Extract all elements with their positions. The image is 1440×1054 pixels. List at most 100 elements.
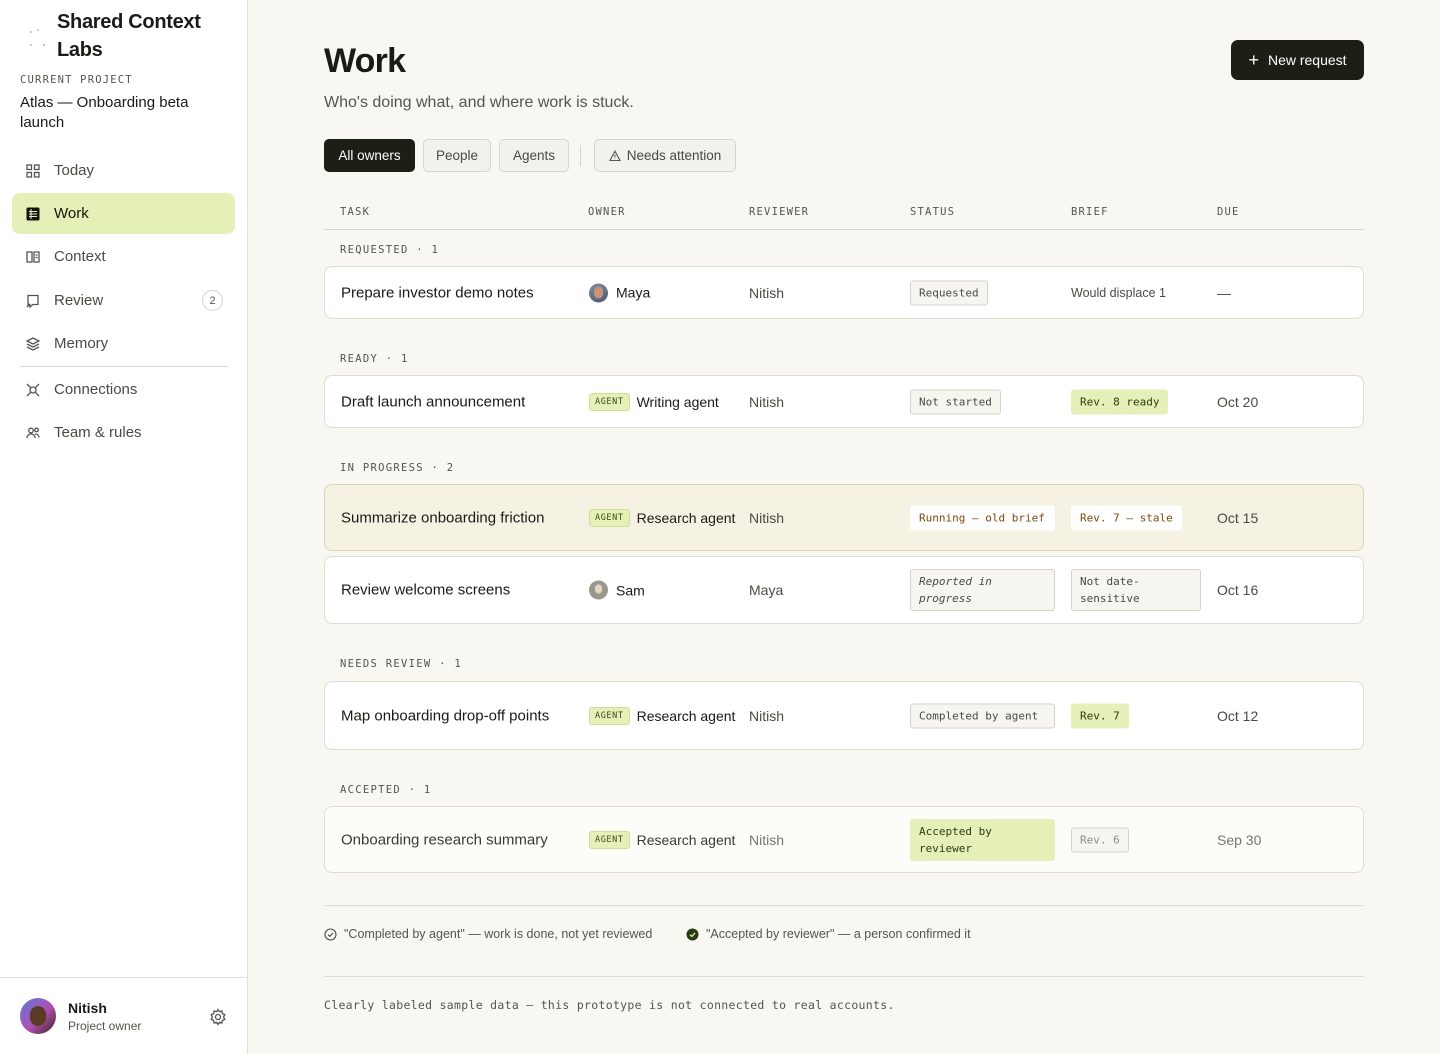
divider xyxy=(324,905,1364,906)
user-name: Nitish xyxy=(68,1000,107,1016)
column-header-brief[interactable]: BRIEF xyxy=(1071,206,1109,218)
owner: AGENT Research agent xyxy=(589,508,735,527)
gear-icon[interactable] xyxy=(209,1008,227,1026)
table-row[interactable]: Draft launch announcement AGENT Writing a… xyxy=(324,375,1364,428)
group-label-needs-review: NEEDS REVIEW · 1 xyxy=(340,658,462,670)
status-badge: Running — old brief xyxy=(910,505,1055,530)
due-date: — xyxy=(1217,284,1231,301)
status-text: Requested xyxy=(910,280,988,305)
brief-badge: Not date-sensitive xyxy=(1071,569,1201,611)
brief-text: Rev. 6 xyxy=(1071,827,1129,852)
filter-agents[interactable]: Agents xyxy=(499,139,569,172)
brief-badge: Rev. 8 ready xyxy=(1071,389,1169,414)
check-circle-filled-icon xyxy=(686,928,699,940)
task-title[interactable]: Map onboarding drop-off points xyxy=(341,707,549,724)
reviewer: Nitish xyxy=(749,707,785,724)
owner: AGENT Research agent xyxy=(589,830,736,849)
owner: AGENT Writing agent xyxy=(589,392,719,411)
filter-needs-attention[interactable]: Needs attention xyxy=(594,139,736,172)
status-text: Reported in progress xyxy=(910,569,1055,611)
task-title[interactable]: Draft launch announcement xyxy=(341,393,525,410)
brief-text: Rev. 8 ready xyxy=(1071,389,1169,414)
nav-item-memory[interactable]: Memory xyxy=(12,323,235,364)
filter-label: People xyxy=(435,148,479,163)
user-panel: Nitish Project owner xyxy=(0,977,247,1054)
reviewer: Nitish xyxy=(749,831,785,848)
grid-icon xyxy=(25,163,41,179)
column-header-status[interactable]: STATUS xyxy=(910,206,955,218)
table-icon xyxy=(25,206,41,222)
table-row[interactable]: Map onboarding drop-off points AGENT Rese… xyxy=(324,681,1364,750)
new-request-button[interactable]: + New request xyxy=(1231,40,1364,80)
nav-item-work[interactable]: Work xyxy=(12,193,235,234)
table-row[interactable]: Review welcome screens Sam Maya Reported… xyxy=(324,556,1364,624)
due-date: Sep 30 xyxy=(1217,831,1262,848)
warning-icon xyxy=(608,149,621,161)
status-badge: Not started xyxy=(910,389,1001,414)
nav-divider xyxy=(20,366,228,367)
page-title: Work xyxy=(324,42,406,80)
current-project-name[interactable]: Atlas — Onboarding beta launch xyxy=(20,93,225,133)
nav-item-context[interactable]: Context xyxy=(12,236,235,277)
agent-tag: AGENT xyxy=(589,830,630,849)
owner-name: Sam xyxy=(616,582,645,598)
status-badge: Requested xyxy=(910,280,988,305)
task-title[interactable]: Review welcome screens xyxy=(341,582,510,599)
table-row[interactable]: Prepare investor demo notes Maya Nitish … xyxy=(324,266,1364,319)
owner: AGENT Research agent xyxy=(589,706,736,725)
status-text: Completed by agent xyxy=(910,703,1055,728)
task-title[interactable]: Prepare investor demo notes xyxy=(341,284,534,301)
user-role: Project owner xyxy=(68,1019,142,1033)
nav-label: Work xyxy=(54,205,89,222)
column-header-owner[interactable]: OWNER xyxy=(588,206,626,218)
filter-divider xyxy=(580,145,581,166)
group-label-ready: READY · 1 xyxy=(340,353,409,365)
group-label-requested: REQUESTED · 1 xyxy=(340,244,440,256)
column-header-reviewer[interactable]: REVIEWER xyxy=(749,206,809,218)
table-row[interactable]: Summarize onboarding friction AGENT Resea… xyxy=(324,484,1364,551)
book-icon xyxy=(25,249,41,265)
table-row[interactable]: Onboarding research summary AGENT Researc… xyxy=(324,806,1364,873)
status-text: Accepted by reviewer xyxy=(910,818,1055,861)
brief-badge: Rev. 6 xyxy=(1071,827,1129,852)
status-badge: Completed by agent xyxy=(910,703,1055,728)
task-title[interactable]: Onboarding research summary xyxy=(341,831,548,848)
legend-item: "Completed by agent" — work is done, not… xyxy=(324,927,652,941)
nav-item-connections[interactable]: Connections xyxy=(12,369,235,410)
avatar xyxy=(589,283,608,302)
status-badge: Reported in progress xyxy=(910,569,1055,611)
brief-text: Rev. 7 xyxy=(1071,703,1129,728)
avatar[interactable] xyxy=(20,998,56,1034)
avatar xyxy=(589,580,608,600)
main-content: Work Who's doing what, and where work is… xyxy=(324,0,1364,1054)
brief-badge: Rev. 7 — stale xyxy=(1071,505,1182,530)
owner: Maya xyxy=(589,283,650,302)
nav-label: Review xyxy=(54,292,104,309)
plus-icon: + xyxy=(1248,50,1259,70)
brief-text: Not date-sensitive xyxy=(1071,569,1201,611)
reviewer: Nitish xyxy=(749,509,785,526)
legend-text: "Accepted by reviewer" — a person confir… xyxy=(706,927,971,941)
owner-name: Research agent xyxy=(636,831,736,848)
agent-tag: AGENT xyxy=(589,706,630,725)
nav-item-team-rules[interactable]: Team & rules xyxy=(12,412,235,453)
task-title[interactable]: Summarize onboarding friction xyxy=(341,509,544,526)
status-text: Not started xyxy=(910,389,1001,414)
filter-label: All owners xyxy=(338,148,401,163)
nav-item-review[interactable]: Review 2 xyxy=(12,280,235,321)
column-header-task[interactable]: TASK xyxy=(340,206,370,218)
check-circle-outline-icon xyxy=(324,927,337,941)
org-logo[interactable]: Shared Context Labs xyxy=(20,8,230,68)
page-subtitle: Who's doing what, and where work is stuc… xyxy=(324,94,634,111)
filter-people[interactable]: People xyxy=(423,139,491,172)
owner-name: Research agent xyxy=(636,707,736,724)
current-project-label: CURRENT PROJECT xyxy=(20,74,133,86)
sidebar: Shared Context Labs CURRENT PROJECT Atla… xyxy=(0,0,248,1054)
column-header-due[interactable]: DUE xyxy=(1217,206,1240,218)
new-request-label: New request xyxy=(1267,52,1347,68)
filter-label: Agents xyxy=(512,148,556,163)
nav-label: Connections xyxy=(54,381,138,398)
filter-all-owners[interactable]: All owners xyxy=(324,139,415,172)
nav-label: Today xyxy=(54,162,95,179)
nav-item-today[interactable]: Today xyxy=(12,150,235,191)
